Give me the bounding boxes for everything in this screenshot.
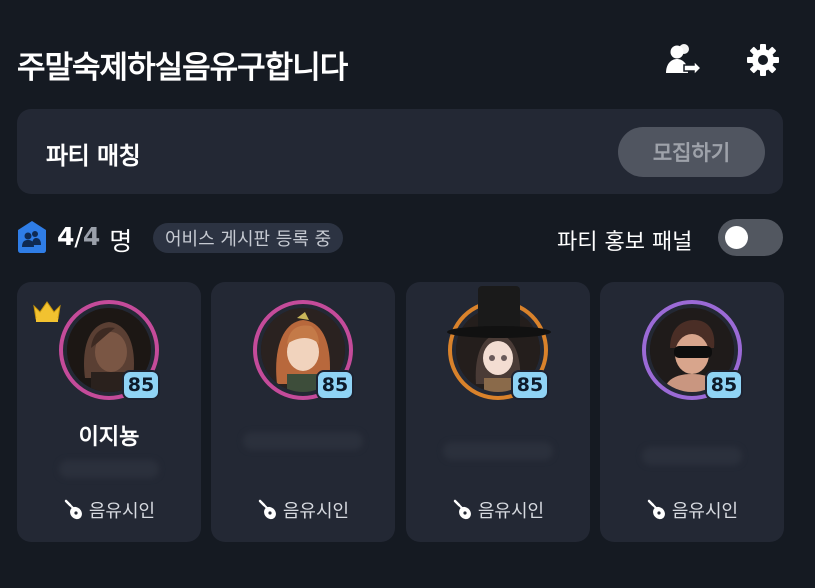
party-info-row: 4 / 4 명 어비스 게시판 등록 중 파티 홍보 패널 [17,218,783,258]
abyss-board-status-badge: 어비스 게시판 등록 중 [153,223,344,253]
user-transfer-icon [666,44,702,77]
member-class: 음유시인 [17,498,201,522]
level-badge: 85 [316,370,354,400]
lute-icon [647,499,665,520]
level-badge: 85 [511,370,549,400]
class-label: 음유시인 [88,501,156,522]
recruit-button[interactable]: 모집하기 [618,127,765,177]
party-title: 주말숙제하실음유구합니다 [17,50,348,86]
member-count-unit: 명 [109,227,133,256]
crown-icon [33,301,61,322]
class-label: 음유시인 [671,501,739,522]
level-badge: 85 [122,370,160,400]
promo-panel-label: 파티 홍보 패널 [557,230,693,255]
member-class: 음유시인 [600,498,784,522]
header: 주말숙제하실음유구합니다 [17,38,797,86]
lute-icon [64,499,82,520]
level-badge: 85 [705,370,743,400]
member-count-slash: / [74,222,83,251]
member-card[interactable]: 85 음유시인 [406,282,590,542]
transfer-leader-button[interactable] [661,38,705,82]
toggle-knob [725,226,748,249]
member-class: 음유시인 [211,498,395,522]
settings-button[interactable] [741,38,785,82]
member-card[interactable]: 85 이지뇽 음유시인 [17,282,201,542]
black-hat-icon [447,286,551,338]
member-list: 85 이지뇽 음유시인 85 음유시인 85 음유시인 85 음유시인 [17,282,784,542]
class-label: 음유시인 [477,501,545,522]
lute-icon [258,499,276,520]
promo-panel-toggle[interactable] [718,219,783,256]
member-count-current: 4 [57,222,75,251]
member-name: 이지뇽 [78,425,140,450]
blurred-subtitle [443,442,553,460]
party-members-icon [18,221,46,253]
lute-icon [453,499,471,520]
member-count: 4 / 4 명 [57,222,132,258]
member-card[interactable]: 85 음유시인 [600,282,784,542]
member-class: 음유시인 [406,498,590,522]
blurred-subtitle [59,460,159,478]
member-card[interactable]: 85 음유시인 [211,282,395,542]
member-count-max: 4 [82,222,101,251]
party-matching-panel: 파티 매칭 모집하기 [17,109,783,194]
blurred-subtitle [642,447,742,465]
party-matching-label: 파티 매칭 [46,142,141,170]
blurred-subtitle [243,432,363,450]
class-label: 음유시인 [282,501,350,522]
gear-icon [747,44,779,76]
